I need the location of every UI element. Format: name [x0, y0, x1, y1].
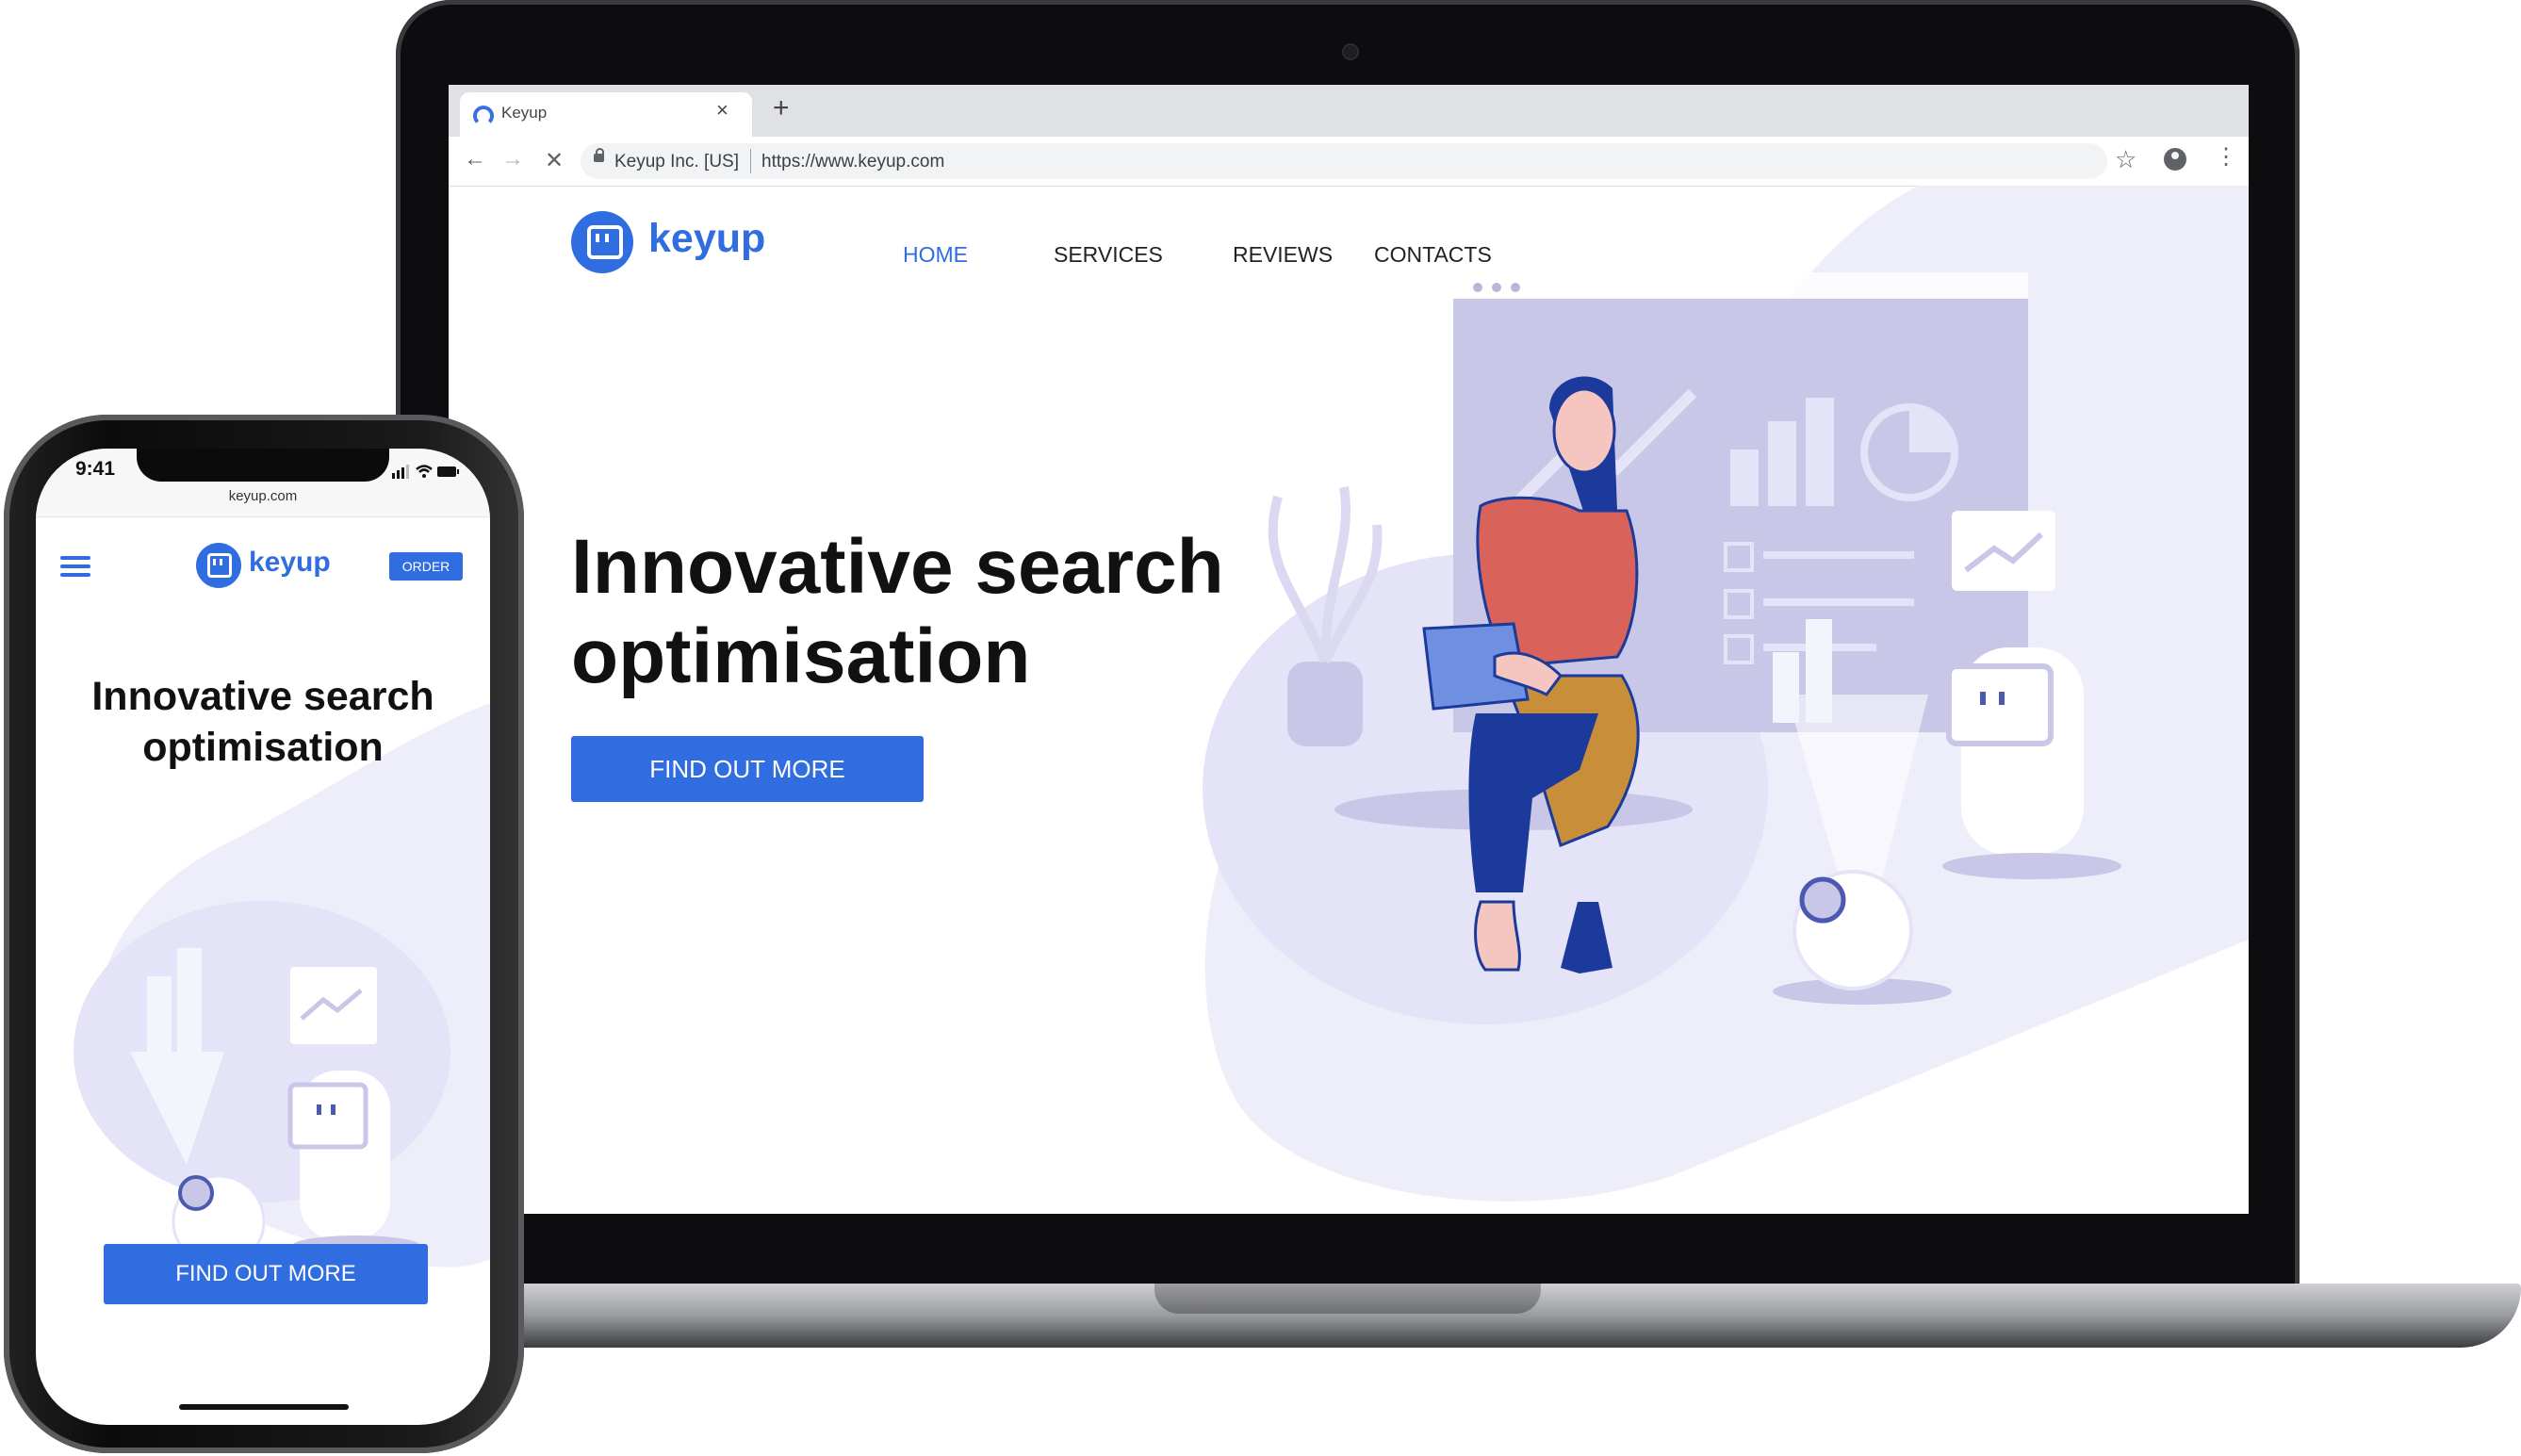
browser-tab-bar: Keyup × + [449, 85, 2249, 137]
keyup-logo-icon [196, 543, 241, 588]
url-separator [750, 149, 751, 173]
site-identity: Keyup Inc. [US] [614, 152, 740, 172]
nav-services[interactable]: SERVICES [1054, 242, 1163, 268]
keyup-logo-icon [571, 211, 633, 273]
address-bar[interactable]: Keyup Inc. [US] https://www.keyup.com [581, 143, 2107, 179]
nav-reviews[interactable]: REVIEWS [1233, 242, 1333, 268]
laptop-camera [1342, 43, 1359, 60]
laptop-notch [1154, 1284, 1541, 1314]
back-arrow-icon[interactable]: ← [464, 146, 486, 172]
tab-close-icon[interactable]: × [716, 98, 728, 123]
hero-headline: Innovative search optimisation [571, 524, 1224, 699]
browser-toolbar: ← → ✕ Keyup Inc. [US] https://www.keyup.… [449, 137, 2249, 187]
menu-dots-icon[interactable]: ⋮ [2215, 143, 2237, 171]
tab-loading-icon [473, 106, 494, 126]
logo-text: keyup [648, 216, 766, 261]
laptop-screen: Keyup × + ← → ✕ Keyup Inc. [US] https://… [449, 85, 2249, 1214]
account-icon[interactable] [2164, 148, 2186, 171]
phone-find-out-more-button[interactable]: FIND OUT MORE [104, 1244, 428, 1304]
phone-logo-text: keyup [249, 547, 331, 578]
stop-icon[interactable]: ✕ [545, 147, 564, 174]
nav-home[interactable]: HOME [903, 242, 968, 268]
home-indicator[interactable] [179, 1404, 349, 1410]
forward-arrow-icon[interactable]: → [501, 146, 524, 172]
find-out-more-button[interactable]: FIND OUT MORE [571, 736, 924, 802]
star-icon[interactable]: ☆ [2115, 145, 2136, 174]
url-text: https://www.keyup.com [761, 152, 945, 172]
keyup-logo[interactable]: keyup [571, 211, 765, 273]
phone-hero-headline: Innovative search optimisation [91, 674, 434, 770]
browser-tab[interactable]: Keyup × [460, 92, 752, 137]
tab-title: Keyup [501, 104, 548, 122]
hamburger-menu-icon[interactable] [60, 556, 90, 581]
phone-screen: 9:41 keyup.com keyup ORDER Innovative se… [36, 449, 490, 1425]
order-button[interactable]: ORDER [389, 552, 463, 581]
new-tab-button[interactable]: + [773, 94, 790, 123]
phone-keyup-logo[interactable]: keyup [196, 543, 331, 588]
lock-icon [594, 148, 604, 162]
nav-contacts[interactable]: CONTACTS [1374, 242, 1492, 268]
website-page: keyup HOME SERVICES REVIEWS CONTACTS Inn… [449, 186, 2249, 1214]
